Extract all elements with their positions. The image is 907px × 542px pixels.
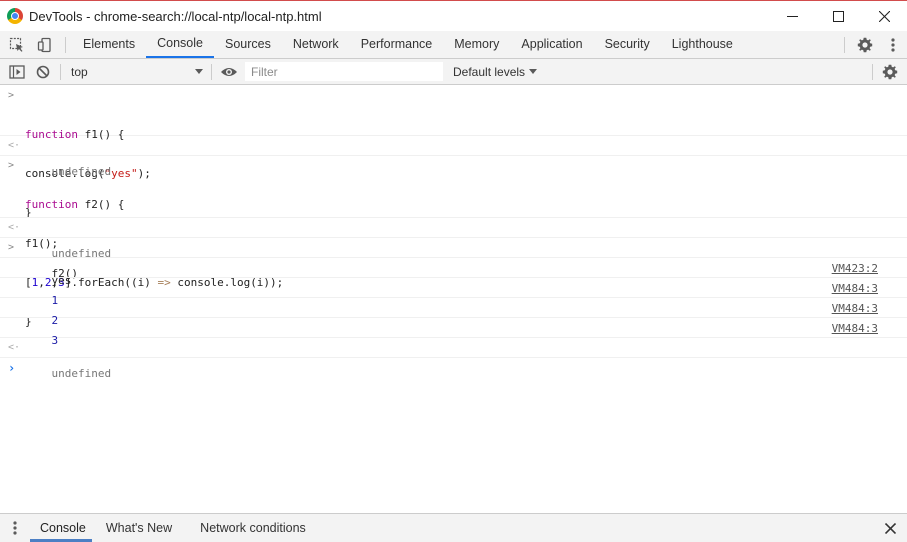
drawer-tab-whats-new[interactable]: What's New bbox=[96, 515, 190, 542]
log-levels-label: Default levels bbox=[453, 64, 526, 79]
drawer-menu-button[interactable] bbox=[0, 515, 30, 542]
console-result-message: <· undefined bbox=[0, 136, 907, 178]
show-sidebar-button[interactable] bbox=[4, 59, 30, 84]
drawer-tabbar: Console What's New Network conditions bbox=[0, 513, 907, 542]
gear-icon bbox=[882, 64, 898, 79]
tab-memory[interactable]: Memory bbox=[443, 31, 510, 58]
console-log-message: 2 VM484:3 bbox=[0, 298, 907, 327]
show-sidebar-icon bbox=[9, 64, 25, 79]
source-link[interactable]: VM484:3 bbox=[832, 282, 878, 295]
console-settings-button[interactable] bbox=[877, 59, 903, 84]
input-chevron-icon: > bbox=[8, 242, 15, 253]
console-input-message: > function f2() { f1(); [1,2,3].forEach(… bbox=[0, 156, 907, 328]
close-drawer-button[interactable] bbox=[873, 514, 907, 542]
chrome-logo-icon bbox=[7, 8, 23, 24]
source-link[interactable]: VM484:3 bbox=[832, 322, 878, 335]
tab-lighthouse[interactable]: Lighthouse bbox=[661, 31, 744, 58]
tab-elements[interactable]: Elements bbox=[72, 31, 146, 58]
log-levels-dropdown[interactable]: Default levels bbox=[453, 64, 538, 79]
console-result-message: <· undefined bbox=[0, 218, 907, 260]
dropdown-arrow-icon bbox=[195, 68, 203, 74]
window-title: DevTools - chrome-search://local-ntp/loc… bbox=[29, 8, 322, 24]
drawer-tab-network-conditions[interactable]: Network conditions bbox=[190, 515, 316, 542]
tab-performance[interactable]: Performance bbox=[350, 31, 444, 58]
tab-network[interactable]: Network bbox=[282, 31, 350, 58]
device-toolbar-button[interactable] bbox=[31, 31, 59, 58]
tab-sources[interactable]: Sources bbox=[214, 31, 282, 58]
execution-context-select[interactable]: top bbox=[67, 62, 207, 82]
console-log-message: yes VM423:2 bbox=[0, 258, 907, 287]
minimize-button[interactable] bbox=[769, 1, 815, 31]
tab-application[interactable]: Application bbox=[510, 31, 593, 58]
inspect-element-button[interactable] bbox=[3, 31, 31, 58]
maximize-button[interactable] bbox=[815, 1, 861, 31]
close-icon bbox=[878, 10, 890, 22]
console-prompt-input[interactable]: › bbox=[0, 358, 907, 380]
toolbar-divider bbox=[844, 36, 845, 53]
settings-button[interactable] bbox=[851, 31, 879, 58]
close-window-button[interactable] bbox=[861, 1, 907, 31]
tab-console[interactable]: Console bbox=[146, 31, 214, 58]
live-expression-eye-icon bbox=[221, 67, 237, 76]
inspect-element-icon bbox=[9, 37, 23, 52]
more-options-button[interactable] bbox=[879, 31, 907, 58]
create-live-expression-button[interactable] bbox=[216, 59, 242, 84]
clear-console-icon bbox=[36, 65, 50, 78]
device-toolbar-icon bbox=[37, 37, 51, 52]
console-toolbar-right bbox=[868, 59, 907, 84]
kebab-menu-icon bbox=[891, 37, 895, 52]
window-title-bar: DevTools - chrome-search://local-ntp/loc… bbox=[0, 0, 907, 31]
gear-icon bbox=[857, 37, 873, 52]
main-toolbar: Elements Console Sources Network Perform… bbox=[0, 31, 907, 59]
toolbar-divider bbox=[211, 63, 212, 80]
maximize-icon bbox=[832, 10, 844, 22]
console-log-message: 1 VM484:3 bbox=[0, 278, 907, 307]
source-link[interactable]: VM423:2 bbox=[832, 262, 878, 275]
code-line: function f2() { bbox=[25, 198, 125, 211]
clear-console-button[interactable] bbox=[30, 59, 56, 84]
result-arrow-icon: <· bbox=[8, 222, 21, 233]
console-input-message: > function f1() { console.log("yes"); } bbox=[0, 86, 907, 219]
minimize-icon bbox=[786, 15, 798, 17]
toolbar-divider bbox=[65, 37, 66, 53]
result-arrow-icon: <· bbox=[8, 342, 21, 353]
kebab-menu-icon bbox=[13, 521, 17, 535]
result-arrow-icon: <· bbox=[8, 140, 21, 151]
context-value: top bbox=[71, 64, 88, 79]
dropdown-arrow-icon bbox=[529, 68, 538, 74]
console-result-message: <· undefined bbox=[0, 338, 907, 380]
filter-input[interactable] bbox=[245, 62, 443, 81]
console-toolbar: top Default levels bbox=[0, 59, 907, 85]
source-link[interactable]: VM484:3 bbox=[832, 302, 878, 315]
prompt-chevron-icon: › bbox=[8, 361, 16, 375]
input-chevron-icon: > bbox=[8, 160, 15, 171]
console-log-message: 3 VM484:3 bbox=[0, 318, 907, 347]
tab-security[interactable]: Security bbox=[594, 31, 661, 58]
close-icon bbox=[884, 522, 896, 534]
drawer-tab-console[interactable]: Console bbox=[30, 515, 96, 542]
main-toolbar-right bbox=[838, 31, 907, 58]
toolbar-divider bbox=[60, 63, 61, 80]
console-input-message: > f2() bbox=[0, 238, 907, 280]
window-controls bbox=[769, 1, 907, 31]
toolbar-divider bbox=[872, 63, 873, 80]
input-chevron-icon: > bbox=[8, 90, 15, 101]
console-messages[interactable]: > function f1() { console.log("yes"); } … bbox=[0, 86, 907, 512]
